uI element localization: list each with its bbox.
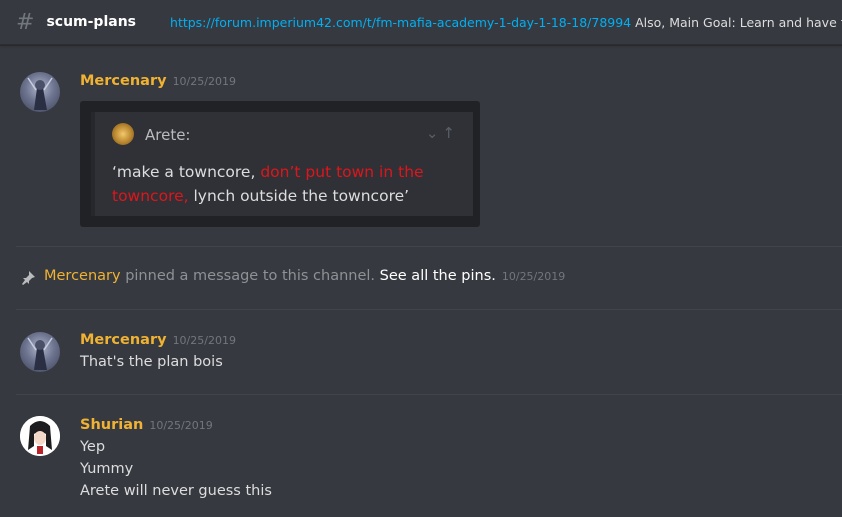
message-divider (16, 394, 842, 395)
message-text: Arete will never guess this (80, 483, 272, 499)
message-divider (16, 246, 842, 247)
see-pins-link[interactable]: See all the pins. (380, 268, 496, 284)
channel-header: # scum-plans https://forum.imperium42.co… (0, 0, 842, 45)
system-action: pinned a message to this channel. (120, 268, 380, 284)
author-name[interactable]: Shurian (80, 417, 143, 433)
avatar[interactable] (20, 332, 60, 372)
quote-actions: ⌄↑ (426, 124, 459, 142)
author-name[interactable]: Mercenary (80, 73, 167, 89)
topic-link[interactable]: https://forum.imperium42.com/t/fm-mafia-… (170, 15, 631, 30)
timestamp: 10/25/2019 (501, 270, 566, 283)
topic-text: Also, Main Goal: Learn and have fun! (635, 14, 842, 30)
pin-icon (22, 271, 35, 285)
quote-text-start: ‘make a towncore, (112, 163, 261, 181)
quote-embed: Arete: ⌄↑ ‘make a towncore, don’t put to… (80, 101, 480, 227)
message-divider (16, 309, 842, 310)
message-text: That's the plan bois (80, 354, 223, 370)
message-text: Yummy (80, 461, 134, 477)
system-message: Mercenary pinned a message to this chann… (44, 268, 565, 284)
channel-name: scum-plans (46, 14, 137, 30)
chevron-down-icon[interactable]: ⌄ (426, 124, 443, 142)
author-name[interactable]: Mercenary (80, 332, 167, 348)
username[interactable]: Mercenary 10/25/2019 (80, 73, 236, 89)
quote-text-end: lynch outside the towncore’ (188, 187, 410, 205)
timestamp: 10/25/2019 (149, 419, 213, 432)
timestamp: 10/25/2019 (172, 334, 236, 347)
username[interactable]: Shurian 10/25/2019 (80, 417, 213, 433)
quote-author: Arete: (145, 126, 191, 144)
username[interactable]: Mercenary 10/25/2019 (80, 332, 236, 348)
quote-avatar (112, 123, 134, 145)
avatar[interactable] (20, 72, 60, 112)
message-text: Yep (80, 439, 106, 455)
quote-text: ‘make a towncore, don’t put town in the … (112, 160, 462, 208)
system-author[interactable]: Mercenary (44, 268, 121, 284)
avatar[interactable] (20, 416, 60, 456)
timestamp: 10/25/2019 (172, 75, 236, 88)
channel-topic: https://forum.imperium42.com/t/fm-mafia-… (170, 15, 842, 30)
arrow-up-icon[interactable]: ↑ (442, 124, 459, 142)
quote-body: Arete: ⌄↑ ‘make a towncore, don’t put to… (91, 112, 473, 216)
hash-icon: # (16, 9, 35, 35)
